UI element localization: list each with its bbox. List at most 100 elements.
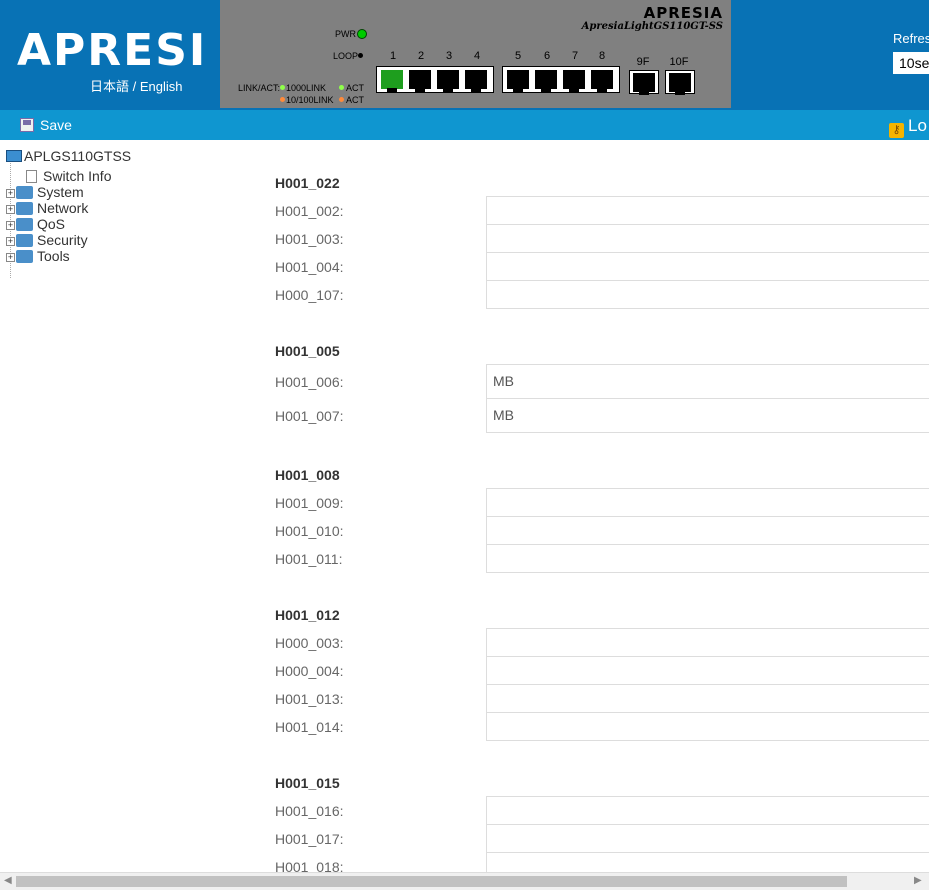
save-label: Save (40, 117, 72, 133)
floppy-disk-icon (20, 118, 34, 132)
section-title: H001_005 (275, 343, 340, 359)
port-5[interactable] (507, 70, 529, 92)
field-label: H001_010: (275, 523, 344, 539)
port-4[interactable] (465, 70, 487, 92)
link-act-label: LINK/ACT: (238, 83, 281, 93)
loop-label: LOOP (333, 51, 359, 61)
field-value (486, 712, 929, 741)
field-label: H001_004: (275, 259, 344, 275)
field-value (486, 516, 929, 545)
tree-item-qos-label: QoS (37, 216, 66, 232)
tree-item-security-label: Security (37, 232, 88, 248)
port-number-5: 5 (514, 50, 522, 62)
expand-icon[interactable]: + (6, 253, 15, 262)
port-number-2: 2 (417, 50, 425, 62)
port-7[interactable] (563, 70, 585, 92)
pwr-label: PWR (335, 29, 356, 39)
field-value (486, 544, 929, 573)
port-8[interactable] (591, 70, 613, 92)
lang-english-link[interactable]: English (140, 79, 183, 94)
field-value (486, 252, 929, 281)
folder-icon (16, 234, 33, 247)
language-switcher: 日本語 / English (90, 76, 183, 95)
tree-item-tools[interactable]: + Tools (6, 248, 131, 264)
port-group-5-8 (502, 66, 620, 93)
field-label: H001_007: (275, 408, 344, 424)
field-label: H001_016: (275, 803, 344, 819)
port-number-3: 3 (445, 50, 453, 62)
folder-icon (16, 186, 33, 199)
logout-button[interactable]: ⚷ Lo (889, 116, 927, 138)
port-10f[interactable] (665, 70, 695, 95)
port-group-1-4 (376, 66, 494, 93)
field-label: H001_017: (275, 831, 344, 847)
field-value (486, 196, 929, 225)
expand-icon[interactable]: + (6, 221, 15, 230)
link-1000-led-icon (280, 85, 285, 90)
section-title: H001_015 (275, 775, 340, 791)
expand-icon[interactable]: + (6, 205, 15, 214)
port-3[interactable] (437, 70, 459, 92)
tree-item-switch-info-label: Switch Info (43, 168, 112, 184)
loop-led-icon (358, 53, 363, 58)
field-label: H000_003: (275, 635, 344, 651)
key-icon: ⚷ (889, 123, 904, 138)
scroll-right-arrow-icon[interactable]: ▶ (914, 875, 922, 886)
port-number-9f: 9F (636, 56, 650, 68)
tree-item-qos[interactable]: + QoS (6, 216, 131, 232)
header-bar: APRESI 日本語 / English APRESIA ApresiaLigh… (0, 0, 929, 110)
field-value (486, 824, 929, 853)
tree-root[interactable]: APLGS110GTSS (6, 148, 131, 168)
lang-separator: / (132, 79, 137, 94)
section-title: H001_008 (275, 467, 340, 483)
panel-model: ApresiaLightGS110GT-SS (581, 21, 723, 32)
lang-japanese-link[interactable]: 日本語 (90, 79, 129, 94)
document-icon (26, 170, 37, 183)
expand-icon[interactable]: + (6, 189, 15, 198)
horizontal-scrollbar[interactable]: ◀ ▶ (0, 872, 929, 890)
port-9f[interactable] (629, 70, 659, 95)
port-number-10f: 10F (669, 56, 689, 68)
port-number-7: 7 (571, 50, 579, 62)
port-number-4: 4 (473, 50, 481, 62)
sfp-10f-slot (669, 73, 691, 95)
section-title: H001_022 (275, 175, 340, 191)
act-1000-led-icon (339, 85, 344, 90)
field-value (486, 280, 929, 309)
port-2[interactable] (409, 70, 431, 92)
section-title: H001_012 (275, 607, 340, 623)
scroll-left-arrow-icon[interactable]: ◀ (4, 875, 12, 886)
save-button[interactable]: Save (20, 117, 72, 133)
pwr-led-icon (357, 29, 367, 39)
field-value (486, 628, 929, 657)
field-value: MB (486, 398, 929, 433)
port-1[interactable] (381, 70, 403, 92)
tree-item-network[interactable]: + Network (6, 200, 131, 216)
sfp-9f-slot (633, 73, 655, 95)
field-value (486, 488, 929, 517)
tree-item-network-label: Network (37, 200, 89, 216)
field-label: H001_013: (275, 691, 344, 707)
toolbar: Save (0, 110, 929, 140)
tree-item-security[interactable]: + Security (6, 232, 131, 248)
link-10-100-led-icon (280, 97, 285, 102)
field-label: H001_009: (275, 495, 344, 511)
field-label: H001_006: (275, 374, 344, 390)
port-6[interactable] (535, 70, 557, 92)
field-label: H001_014: (275, 719, 344, 735)
port-number-1: 1 (389, 50, 397, 62)
refresh-interval-select[interactable]: 10se (893, 52, 929, 74)
field-value (486, 656, 929, 685)
tree-item-switch-info[interactable]: Switch Info (6, 168, 131, 184)
tree-root-label: APLGS110GTSS (24, 148, 132, 164)
link-10-100-label: 10/100LINK (286, 95, 334, 105)
scrollbar-thumb[interactable] (16, 876, 847, 887)
field-label: H001_002: (275, 203, 344, 219)
expand-icon[interactable]: + (6, 237, 15, 246)
tree-item-system[interactable]: + System (6, 184, 131, 200)
port-number-6: 6 (543, 50, 551, 62)
field-label: H000_004: (275, 663, 344, 679)
field-value (486, 684, 929, 713)
field-value: MB (486, 364, 929, 399)
field-label: H001_003: (275, 231, 344, 247)
